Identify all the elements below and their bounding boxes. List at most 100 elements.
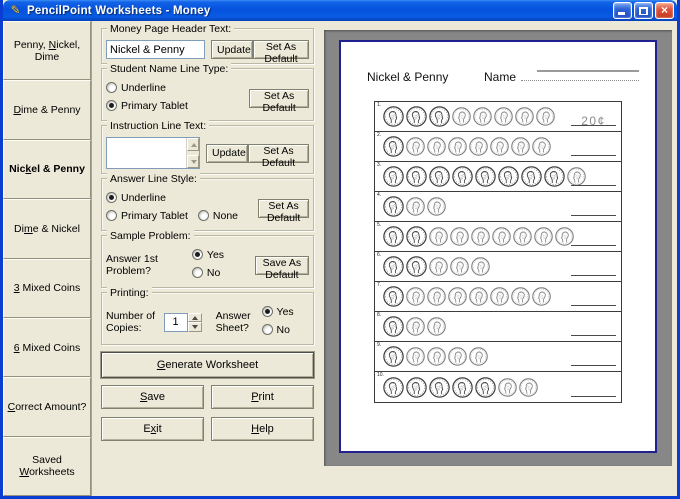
radio-answerstyle-primary-tablet[interactable]: Primary Tablet — [106, 210, 188, 222]
copies-down-icon[interactable] — [188, 322, 202, 332]
radio-sample-no[interactable]: No — [192, 267, 220, 279]
instruction-text-input[interactable] — [107, 138, 186, 168]
answer-line — [571, 232, 616, 246]
nickel-coin-icon — [383, 106, 404, 127]
nickel-coin-icon — [452, 377, 473, 398]
set-default-header-button[interactable]: Set As Default — [253, 40, 309, 59]
radio-sample-yes[interactable]: Yes — [192, 249, 224, 261]
sidebar-item-dime-penny[interactable]: Dime & Penny — [3, 80, 91, 139]
radio-label: Yes — [207, 249, 224, 261]
penny-coin-icon — [490, 137, 509, 156]
group-label: Answer Line Style: — [107, 173, 200, 185]
name-line-type-group: Student Name Line Type: UnderlinePrimary… — [101, 68, 314, 121]
sidebar-item-3-mixed-coins[interactable]: 3 Mixed Coins — [3, 259, 91, 318]
copies-up-icon[interactable] — [188, 313, 202, 323]
minimize-button[interactable] — [613, 2, 632, 19]
number-of-copies-label: Number of Copies: — [106, 310, 158, 334]
coin-strip — [383, 346, 490, 367]
worksheet-page: Nickel & Penny Name 1.20¢2.3.4.5.6.7.8.9… — [339, 40, 657, 453]
scroll-down-icon[interactable] — [187, 155, 199, 168]
answer-sheet-label: Answer Sheet? — [216, 310, 258, 334]
print-button[interactable]: Print — [211, 385, 314, 409]
nickel-coin-icon — [383, 286, 404, 307]
penny-coin-icon — [448, 347, 467, 366]
textarea-scrollbar[interactable] — [186, 138, 199, 168]
group-label: Printing: — [107, 287, 152, 299]
sidebar-item-label: Saved Worksheets — [6, 454, 88, 478]
scroll-up-icon[interactable] — [187, 138, 199, 151]
coin-strip — [383, 286, 553, 307]
sidebar-item-label: Dime & Penny — [13, 104, 80, 116]
set-default-instruction-button[interactable]: Set As Default — [248, 144, 309, 163]
exit-button[interactable]: Exit — [101, 417, 204, 441]
close-button[interactable]: × — [655, 2, 674, 19]
penny-coin-icon — [492, 227, 511, 246]
sidebar-item-saved-worksheets[interactable]: Saved Worksheets — [3, 437, 91, 496]
nickel-coin-icon — [429, 377, 450, 398]
radio-dot-icon — [198, 210, 209, 221]
penny-coin-icon — [494, 107, 513, 126]
set-default-nameline-button[interactable]: Set As Default — [249, 89, 309, 108]
sidebar-item-correct-amount[interactable]: Correct Amount? — [3, 377, 91, 436]
penny-coin-icon — [490, 287, 509, 306]
radio-label: Yes — [277, 306, 294, 318]
radio-answerstyle-underline[interactable]: Underline — [106, 192, 166, 204]
radio-nameline-primary-tablet[interactable]: Primary Tablet — [106, 100, 188, 112]
penny-coin-icon — [427, 347, 446, 366]
maximize-button[interactable] — [634, 2, 653, 19]
help-button[interactable]: Help — [211, 417, 314, 441]
answer-style-radios: Underline Primary Tablet None — [106, 190, 258, 226]
penny-coin-icon — [452, 107, 471, 126]
save-button[interactable]: Save — [101, 385, 204, 409]
sidebar-item-label: Correct Amount? — [8, 401, 87, 413]
sidebar-item-label: Dime & Nickel — [14, 223, 80, 235]
penny-coin-icon — [469, 137, 488, 156]
sidebar-item-penny-nickel-dime[interactable]: Penny, Nickel, Dime — [3, 21, 91, 80]
nickel-coin-icon — [406, 106, 427, 127]
header-text-group: Money Page Header Text: Update Set As De… — [101, 28, 314, 64]
radio-answersheet-yes[interactable]: Yes — [262, 306, 294, 318]
sidebar-item-label: Penny, Nickel, Dime — [6, 39, 88, 63]
worksheet-table: 1.20¢2.3.4.5.6.7.8.9.10. — [374, 101, 622, 403]
penny-coin-icon — [469, 347, 488, 366]
sidebar-item-dime-nickel[interactable]: Dime & Nickel — [3, 199, 91, 258]
radio-answerstyle-none[interactable]: None — [198, 210, 238, 222]
answer-line — [571, 352, 616, 366]
copies-input[interactable] — [164, 313, 188, 332]
worksheet-row: 6. — [375, 252, 621, 282]
update-instruction-button[interactable]: Update — [206, 144, 248, 163]
nickel-coin-icon — [383, 226, 404, 247]
update-header-button[interactable]: Update — [211, 40, 253, 59]
sidebar-item-label: 3 Mixed Coins — [14, 282, 81, 294]
radio-dot-icon — [262, 324, 273, 335]
radio-label: Primary Tablet — [121, 210, 188, 222]
answer-line: 20¢ — [571, 112, 616, 126]
sidebar: Penny, Nickel, Dime Dime & Penny Nickel & … — [3, 21, 92, 496]
coin-strip — [383, 256, 492, 277]
answer-line-style-group: Answer Line Style: UnderlinePrimary Tabl… — [101, 178, 314, 231]
problem-number: 10. — [377, 372, 384, 378]
radio-nameline-underline[interactable]: Underline — [106, 82, 166, 94]
header-text-input[interactable] — [106, 40, 205, 59]
radio-dot-icon — [106, 210, 117, 221]
control-panel: Money Page Header Text: Update Set As De… — [92, 21, 320, 496]
nickel-coin-icon — [429, 106, 450, 127]
sidebar-item-6-mixed-coins[interactable]: 6 Mixed Coins — [3, 318, 91, 377]
sidebar-item-nickel-penny[interactable]: Nickel & Penny — [3, 140, 91, 199]
penny-coin-icon — [427, 137, 446, 156]
problem-number: 4. — [377, 192, 381, 198]
worksheet-row: 3. — [375, 162, 621, 192]
radio-label: No — [277, 324, 290, 336]
preview-pane: Nickel & Penny Name 1.20¢2.3.4.5.6.7.8.9… — [320, 21, 677, 496]
nickel-coin-icon — [406, 256, 427, 277]
name-tablet-line — [521, 70, 639, 81]
generate-worksheet-button[interactable]: Generate Worksheet — [101, 352, 314, 378]
save-default-sample-button[interactable]: Save As Default — [255, 256, 309, 275]
coin-strip — [383, 196, 448, 217]
penny-coin-icon — [469, 287, 488, 306]
set-default-answerstyle-button[interactable]: Set As Default — [258, 199, 309, 218]
penny-coin-icon — [534, 227, 553, 246]
radio-answersheet-no[interactable]: No — [262, 324, 290, 336]
penny-coin-icon — [406, 137, 425, 156]
penny-coin-icon — [450, 257, 469, 276]
